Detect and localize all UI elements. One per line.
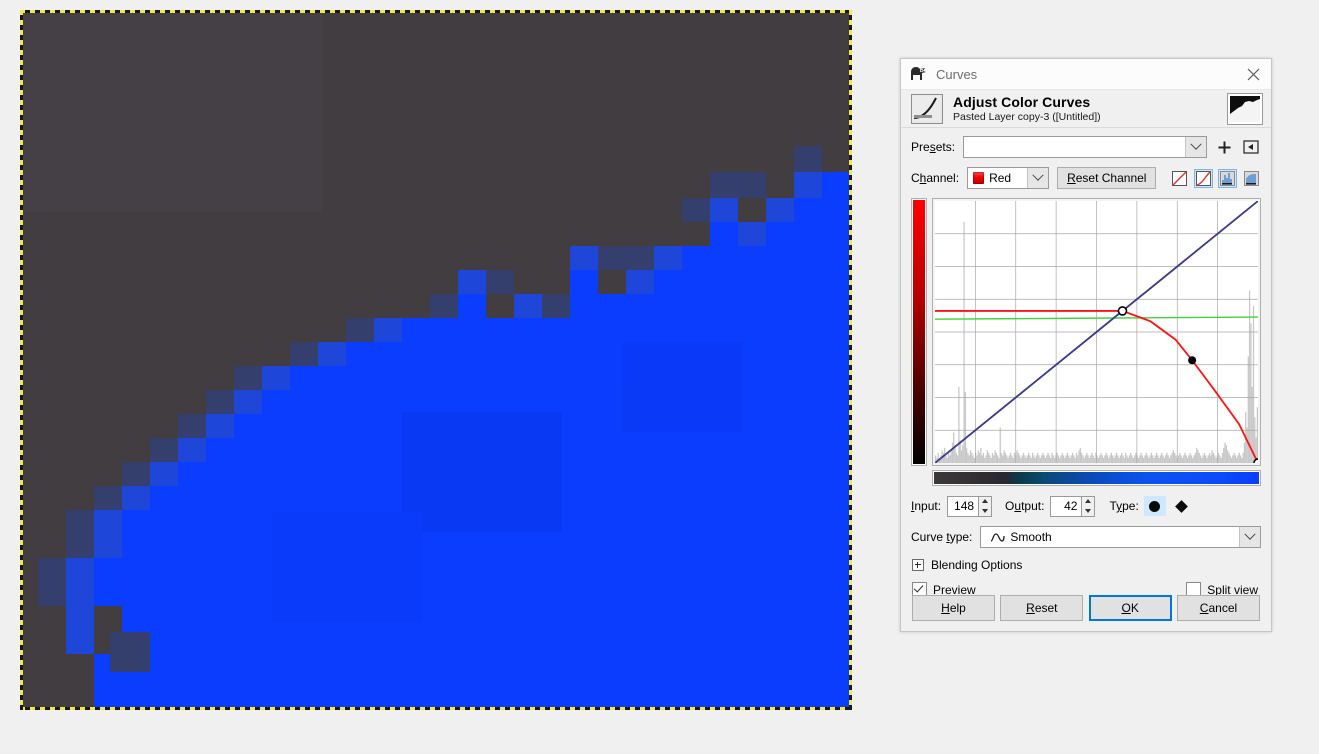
presets-row: Presets: xyxy=(901,136,1271,158)
blending-options-label: Blending Options xyxy=(931,558,1023,572)
selection-border-bottom xyxy=(20,707,852,710)
presets-label: Presets: xyxy=(911,140,956,154)
curve-linear-icon[interactable] xyxy=(1170,169,1189,188)
input-stepper[interactable]: 148 xyxy=(947,495,993,517)
cancel-button[interactable]: Cancel xyxy=(1176,595,1260,621)
layer-thumbnail xyxy=(1227,92,1263,125)
curve-type-value-wrap: Smooth xyxy=(981,530,1239,544)
curve-smooth-icon[interactable] xyxy=(1194,168,1213,188)
channel-color-swatch xyxy=(973,172,985,184)
histogram-linear-icon[interactable] xyxy=(1218,168,1237,188)
wilber-icon xyxy=(911,67,926,80)
chevron-down-icon[interactable] xyxy=(1027,168,1049,188)
layer-subtitle: Pasted Layer copy-3 ([Untitled]) xyxy=(953,111,1101,124)
dialog-titlebar[interactable]: Curves xyxy=(901,59,1271,90)
close-icon[interactable] xyxy=(1235,59,1271,89)
presets-combo[interactable] xyxy=(963,136,1207,158)
curve-type-row: Curve type: Smooth xyxy=(901,526,1271,548)
type-label: Type: xyxy=(1109,499,1139,513)
dialog-button-row: Help Reset OK Cancel xyxy=(901,595,1271,621)
point-smooth-icon[interactable] xyxy=(1143,496,1166,516)
curves-dialog: Curves Adjust Color Curves Pasted Layer … xyxy=(900,58,1272,632)
display-toggle-group xyxy=(1165,168,1261,188)
curve-graph-frame xyxy=(932,198,1261,466)
channel-row: Channel: Red Reset Channel xyxy=(901,167,1271,189)
preset-menu-icon[interactable] xyxy=(1241,137,1261,157)
output-value[interactable]: 42 xyxy=(1050,495,1083,517)
selection-border-right xyxy=(849,10,852,710)
horizontal-gradient-bar xyxy=(932,470,1261,486)
channel-combo[interactable]: Red xyxy=(967,167,1050,189)
blending-options-expander[interactable]: Blending Options xyxy=(901,558,1271,572)
curve-type-value: Smooth xyxy=(1010,530,1052,544)
help-button[interactable]: Help xyxy=(912,595,995,621)
reset-channel-button[interactable]: Reset Channel xyxy=(1057,167,1157,189)
ok-button[interactable]: OK xyxy=(1088,595,1172,621)
input-value[interactable]: 148 xyxy=(947,495,980,517)
selection-border-left xyxy=(20,10,23,710)
curve-type-combo[interactable]: Smooth xyxy=(980,526,1261,548)
output-stepper[interactable]: 42 xyxy=(1050,495,1096,517)
output-label: Output: xyxy=(1005,499,1045,513)
curve-preview-icon xyxy=(911,93,943,124)
channel-value: Red xyxy=(989,171,1012,185)
point-corner-icon[interactable] xyxy=(1171,496,1193,516)
chevron-down-icon[interactable] xyxy=(1239,527,1260,547)
dialog-title: Curves xyxy=(936,66,978,82)
reset-button[interactable]: Reset xyxy=(1000,595,1084,621)
input-stepper-up[interactable] xyxy=(979,497,991,507)
chevron-down-icon[interactable] xyxy=(1185,137,1206,157)
vertical-gradient-bar xyxy=(911,198,927,466)
curve-point[interactable] xyxy=(1188,356,1197,365)
channel-value-wrap: Red xyxy=(968,171,1027,185)
selection-border-top xyxy=(20,10,852,13)
curve-smooth-wave-icon xyxy=(990,532,1006,543)
input-label: Input: xyxy=(911,499,942,513)
image-canvas[interactable] xyxy=(20,10,852,710)
curve-graph[interactable] xyxy=(935,201,1258,463)
channel-label: Channel: xyxy=(911,171,960,185)
pixelated-image xyxy=(22,12,850,708)
plus-icon[interactable] xyxy=(1214,137,1234,157)
expand-plus-icon xyxy=(912,559,924,571)
curve-type-label: Curve type: xyxy=(911,530,973,544)
curve-point-selected[interactable] xyxy=(1117,306,1128,316)
page-title: Adjust Color Curves xyxy=(953,93,1091,110)
input-output-row: Input: 148 Output: 42 Type: xyxy=(901,495,1271,517)
histogram-logarithmic-icon[interactable] xyxy=(1242,169,1261,188)
output-stepper-down[interactable] xyxy=(1082,506,1094,516)
canvas-image-content[interactable] xyxy=(22,12,850,708)
curve-graph-block xyxy=(911,198,1261,486)
input-stepper-down[interactable] xyxy=(979,506,991,516)
dialog-header: Adjust Color Curves Pasted Layer copy-3 … xyxy=(901,90,1271,128)
output-stepper-up[interactable] xyxy=(1082,497,1094,507)
